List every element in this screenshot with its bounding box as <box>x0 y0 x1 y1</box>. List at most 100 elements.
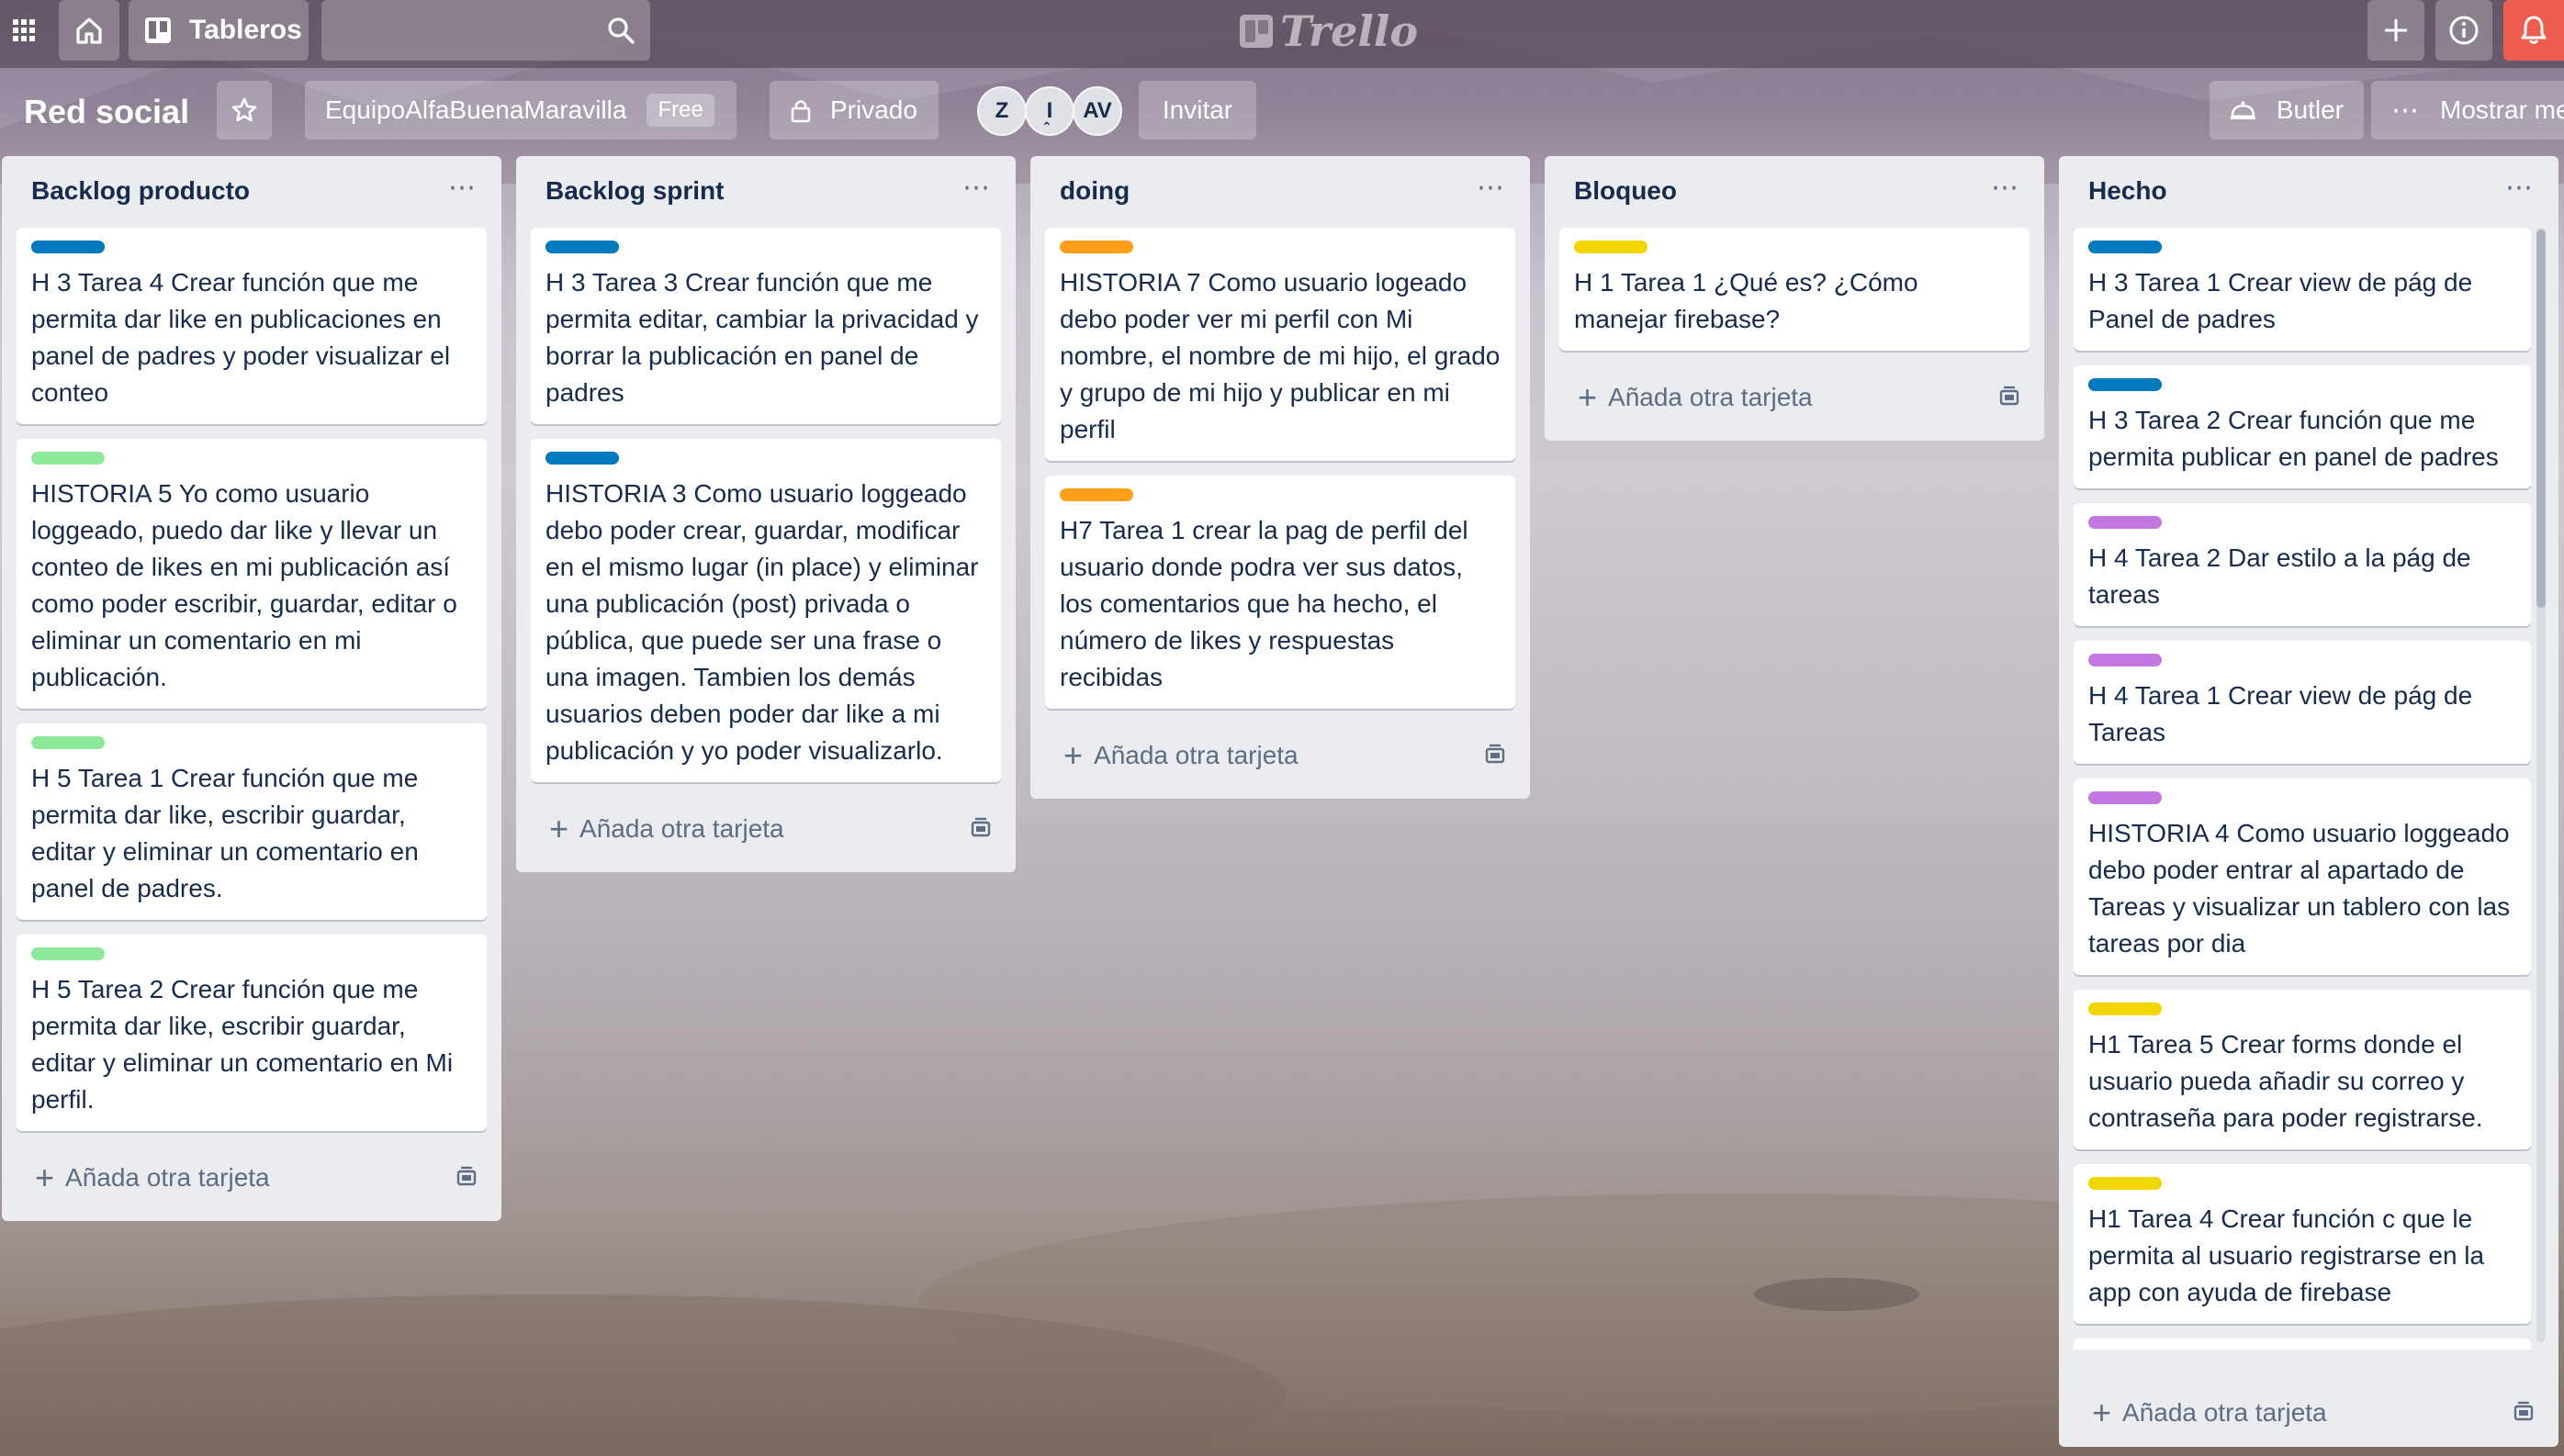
board-title[interactable]: Red social <box>13 88 200 136</box>
card-title: H 3 Tarea 4 Crear función que me permita… <box>31 268 451 407</box>
visibility-label: Privado <box>830 95 917 124</box>
card-label-purple[interactable] <box>2088 791 2162 804</box>
hecho-card-scroll-area[interactable]: H 3 Tarea 1 Crear view de pág de Panel d… <box>2059 228 2558 1350</box>
card-label-purple[interactable] <box>2088 516 2162 529</box>
card[interactable]: HISTORIA 7 Como usuario logeado debo pod… <box>1045 228 1515 461</box>
hecho-scroll-thumb[interactable] <box>2536 230 2546 608</box>
card-title: H 3 Tarea 2 Crear función que me permita… <box>2088 406 2499 471</box>
list-bloqueo: Bloqueo ⋯ H 1 Tarea 1 ¿Qué es? ¿Cómo man… <box>1545 156 2044 441</box>
list-title[interactable]: Backlog sprint <box>545 176 724 206</box>
plus-icon: + <box>549 810 569 847</box>
card-label-yellow[interactable] <box>1574 241 1647 253</box>
list-menu-icon[interactable]: ⋯ <box>959 169 995 206</box>
notifications-button[interactable] <box>2503 0 2564 61</box>
search-box[interactable] <box>321 0 650 61</box>
card[interactable]: HISTORIA 5 Yo como usuario loggeado, pue… <box>17 439 487 709</box>
search-input[interactable] <box>332 11 593 50</box>
add-card-button[interactable]: + Añada otra tarjeta <box>1045 731 1466 780</box>
card-title: H 4 Tarea 1 Crear view de pág de Tareas <box>2088 681 2473 746</box>
card-label-blue[interactable] <box>545 241 619 253</box>
card[interactable]: H1 Tarea 4 Crear función c que le permit… <box>2074 1164 2531 1324</box>
card-label-orange[interactable] <box>1060 241 1133 253</box>
add-card-label: Añada otra tarjeta <box>1608 383 1813 411</box>
add-card-label: Añada otra tarjeta <box>1094 741 1299 769</box>
card-template-icon[interactable] <box>1480 740 1510 769</box>
list-menu-icon[interactable]: ⋯ <box>1473 169 1510 206</box>
card-label-green[interactable] <box>31 947 105 960</box>
card[interactable]: H 3 Tarea 1 Crear view de pág de Panel d… <box>2074 228 2531 351</box>
boards-button[interactable]: Tableros <box>129 0 309 61</box>
admin-chevron-icon: ⌃ <box>1041 119 1052 134</box>
card[interactable]: H 3 Tarea 4 Crear función que me permita… <box>17 228 487 424</box>
trello-logo[interactable]: Trello <box>1240 6 1418 56</box>
home-icon <box>76 17 102 44</box>
list-doing: doing ⋯ HISTORIA 7 Como usuario logeado … <box>1030 156 1530 799</box>
list-menu-icon[interactable]: ⋯ <box>1987 169 2024 206</box>
plus-icon: + <box>1578 378 1598 416</box>
star-button[interactable] <box>217 81 272 140</box>
card-label-blue[interactable] <box>545 452 619 465</box>
card[interactable]: H 4 Tarea 1 Crear view de pág de Tareas <box>2074 641 2531 764</box>
card-label-blue[interactable] <box>2088 378 2162 391</box>
card[interactable] <box>2074 1338 2531 1350</box>
card-label-blue[interactable] <box>2088 241 2162 253</box>
add-card-button[interactable]: + Añada otra tarjeta <box>531 804 951 854</box>
invite-button[interactable]: Invitar <box>1139 81 1256 140</box>
member-avatar-av[interactable]: AV <box>1073 86 1122 136</box>
add-card-label: Añada otra tarjeta <box>579 814 784 843</box>
card-label-yellow[interactable] <box>2088 1177 2162 1190</box>
card[interactable]: H 5 Tarea 2 Crear función que me permita… <box>17 935 487 1131</box>
add-card-button[interactable]: + Añada otra tarjeta <box>1559 373 1980 422</box>
info-button[interactable] <box>2435 0 2492 61</box>
search-icon[interactable] <box>606 16 635 45</box>
plus-icon: + <box>35 1159 55 1196</box>
home-button[interactable] <box>59 0 119 61</box>
card-title: HISTORIA 4 Como usuario loggeado debo po… <box>2088 819 2511 958</box>
card-template-icon[interactable] <box>1995 382 2024 411</box>
card[interactable]: HISTORIA 4 Como usuario loggeado debo po… <box>2074 778 2531 975</box>
list-title[interactable]: Bloqueo <box>1574 176 1677 206</box>
card[interactable]: H 3 Tarea 3 Crear función que me permita… <box>531 228 1001 424</box>
card-template-icon[interactable] <box>452 1162 481 1192</box>
list-title[interactable]: Backlog producto <box>31 176 250 206</box>
card-label-green[interactable] <box>31 736 105 749</box>
card[interactable]: H1 Tarea 5 Crear forms donde el usuario … <box>2074 990 2531 1149</box>
card[interactable]: H 4 Tarea 2 Dar estilo a la pág de tarea… <box>2074 503 2531 626</box>
top-bar: Tableros Trello <box>0 0 2564 68</box>
card-label-yellow[interactable] <box>2088 1002 2162 1015</box>
card-title: HISTORIA 3 Como usuario loggeado debo po… <box>545 479 979 765</box>
card-label-purple[interactable] <box>2088 654 2162 666</box>
show-menu-button[interactable]: ⋯ Mostrar me <box>2371 81 2564 140</box>
apps-button[interactable] <box>0 0 48 61</box>
team-button[interactable]: EquipoAlfaBuenaMaravilla Free <box>305 81 737 140</box>
butler-icon <box>2230 101 2255 119</box>
visibility-button[interactable]: Privado <box>770 81 939 140</box>
butler-button[interactable]: Butler <box>2210 81 2364 140</box>
show-menu-label: Mostrar me <box>2440 95 2564 124</box>
list-menu-icon[interactable]: ⋯ <box>2502 169 2538 206</box>
member-avatar-z[interactable]: Z <box>977 86 1027 136</box>
card-label-green[interactable] <box>31 452 105 465</box>
card[interactable]: H 3 Tarea 2 Crear función que me permita… <box>2074 365 2531 488</box>
add-card-button[interactable]: + Añada otra tarjeta <box>17 1153 437 1203</box>
card[interactable]: HISTORIA 3 Como usuario loggeado debo po… <box>531 439 1001 782</box>
list-title[interactable]: Hecho <box>2088 176 2167 206</box>
card[interactable]: H7 Tarea 1 crear la pag de perfil del us… <box>1045 476 1515 709</box>
card-title: H 4 Tarea 2 Dar estilo a la pág de tarea… <box>2088 543 2471 609</box>
list-title[interactable]: doing <box>1060 176 1130 206</box>
trello-logo-icon <box>1240 15 1273 48</box>
card[interactable]: H 5 Tarea 1 Crear función que me permita… <box>17 723 487 920</box>
add-card-button[interactable]: + Añada otra tarjeta <box>2074 1388 2494 1438</box>
boards-label: Tableros <box>189 15 302 45</box>
create-button[interactable] <box>2367 0 2424 61</box>
hecho-scrollbar[interactable] <box>2536 228 2546 1342</box>
card-label-orange[interactable] <box>1060 488 1133 501</box>
card-template-icon[interactable] <box>2509 1397 2538 1427</box>
card-label-blue[interactable] <box>31 241 105 253</box>
member-avatar-i[interactable]: I ⌃ <box>1025 86 1074 136</box>
plus-icon: + <box>2092 1394 2112 1431</box>
card[interactable]: H 1 Tarea 1 ¿Qué es? ¿Cómo manejar fireb… <box>1559 228 2030 351</box>
list-menu-icon[interactable]: ⋯ <box>444 169 481 206</box>
star-icon <box>231 97 257 122</box>
card-template-icon[interactable] <box>966 813 995 843</box>
